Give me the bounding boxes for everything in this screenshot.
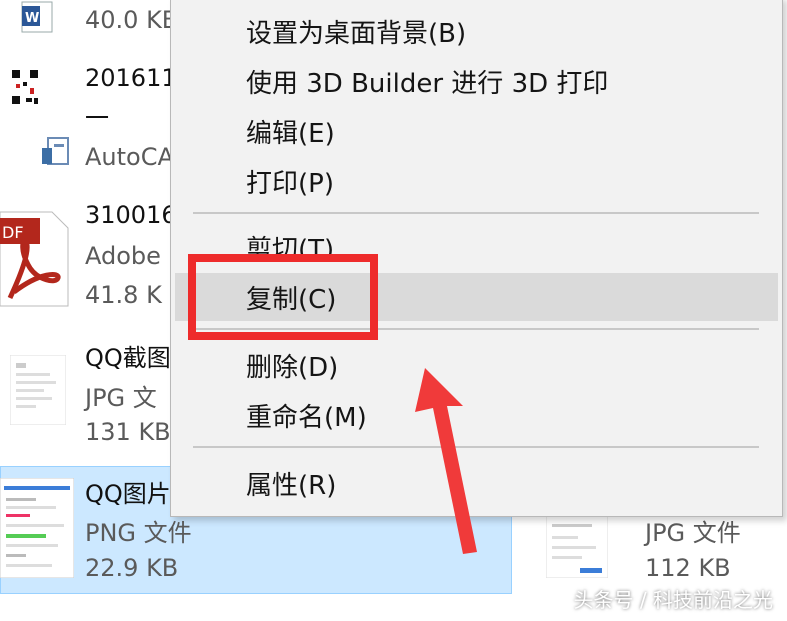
svg-text:W: W: [25, 11, 39, 26]
menu-item-label: 删除(D): [246, 353, 339, 383]
file-size: 131 KB: [85, 418, 171, 446]
autocad-icon: [42, 136, 70, 170]
file-name: 310016: [85, 201, 177, 229]
file-size: 112 KB: [645, 554, 731, 582]
qr-code-icon: [10, 68, 40, 112]
file-name: QQ图片: [85, 480, 171, 508]
menu-item-set-desktop-background[interactable]: 设置为桌面背景(B): [171, 7, 782, 53]
file-name: 201611: [85, 64, 177, 92]
menu-separator: [193, 212, 759, 214]
word-doc-icon: W: [20, 0, 54, 38]
menu-item-3d-print[interactable]: 使用 3D Builder 进行 3D 打印: [171, 57, 782, 103]
file-size: 40.0 KB: [85, 6, 179, 34]
file-type: JPG 文件: [645, 519, 741, 547]
pdf-icon: DF: [0, 208, 70, 312]
png-thumbnail-icon: [0, 477, 75, 582]
menu-item-label: 设置为桌面背景(B): [246, 19, 467, 49]
menu-item-print[interactable]: 打印(P): [171, 157, 782, 203]
menu-item-label: 使用 3D Builder 进行 3D 打印: [246, 69, 609, 99]
highlight-box-annotation: [188, 254, 378, 340]
file-name: AutoCA: [85, 143, 174, 171]
file-name-continued: 一: [85, 104, 109, 132]
file-size: 22.9 KB: [85, 554, 179, 582]
file-name: QQ截图: [85, 344, 171, 372]
watermark: 头条号 / 科技前沿之光: [573, 588, 773, 612]
arrow-annotation-icon: [415, 368, 477, 554]
menu-item-label: 编辑(E): [246, 119, 335, 149]
menu-item-label: 打印(P): [246, 169, 334, 199]
file-type: Adobe: [85, 242, 161, 270]
file-size: 41.8 K: [85, 281, 162, 309]
jpg-thumbnail-icon: [545, 515, 609, 582]
menu-item-label: 重命名(M): [246, 403, 367, 433]
jpg-thumbnail-icon: [9, 354, 67, 429]
file-type: PNG 文件: [85, 519, 192, 547]
menu-item-label: 属性(R): [246, 471, 337, 501]
menu-item-edit[interactable]: 编辑(E): [171, 107, 782, 153]
svg-text:DF: DF: [2, 223, 24, 242]
file-type: JPG 文: [85, 384, 157, 412]
